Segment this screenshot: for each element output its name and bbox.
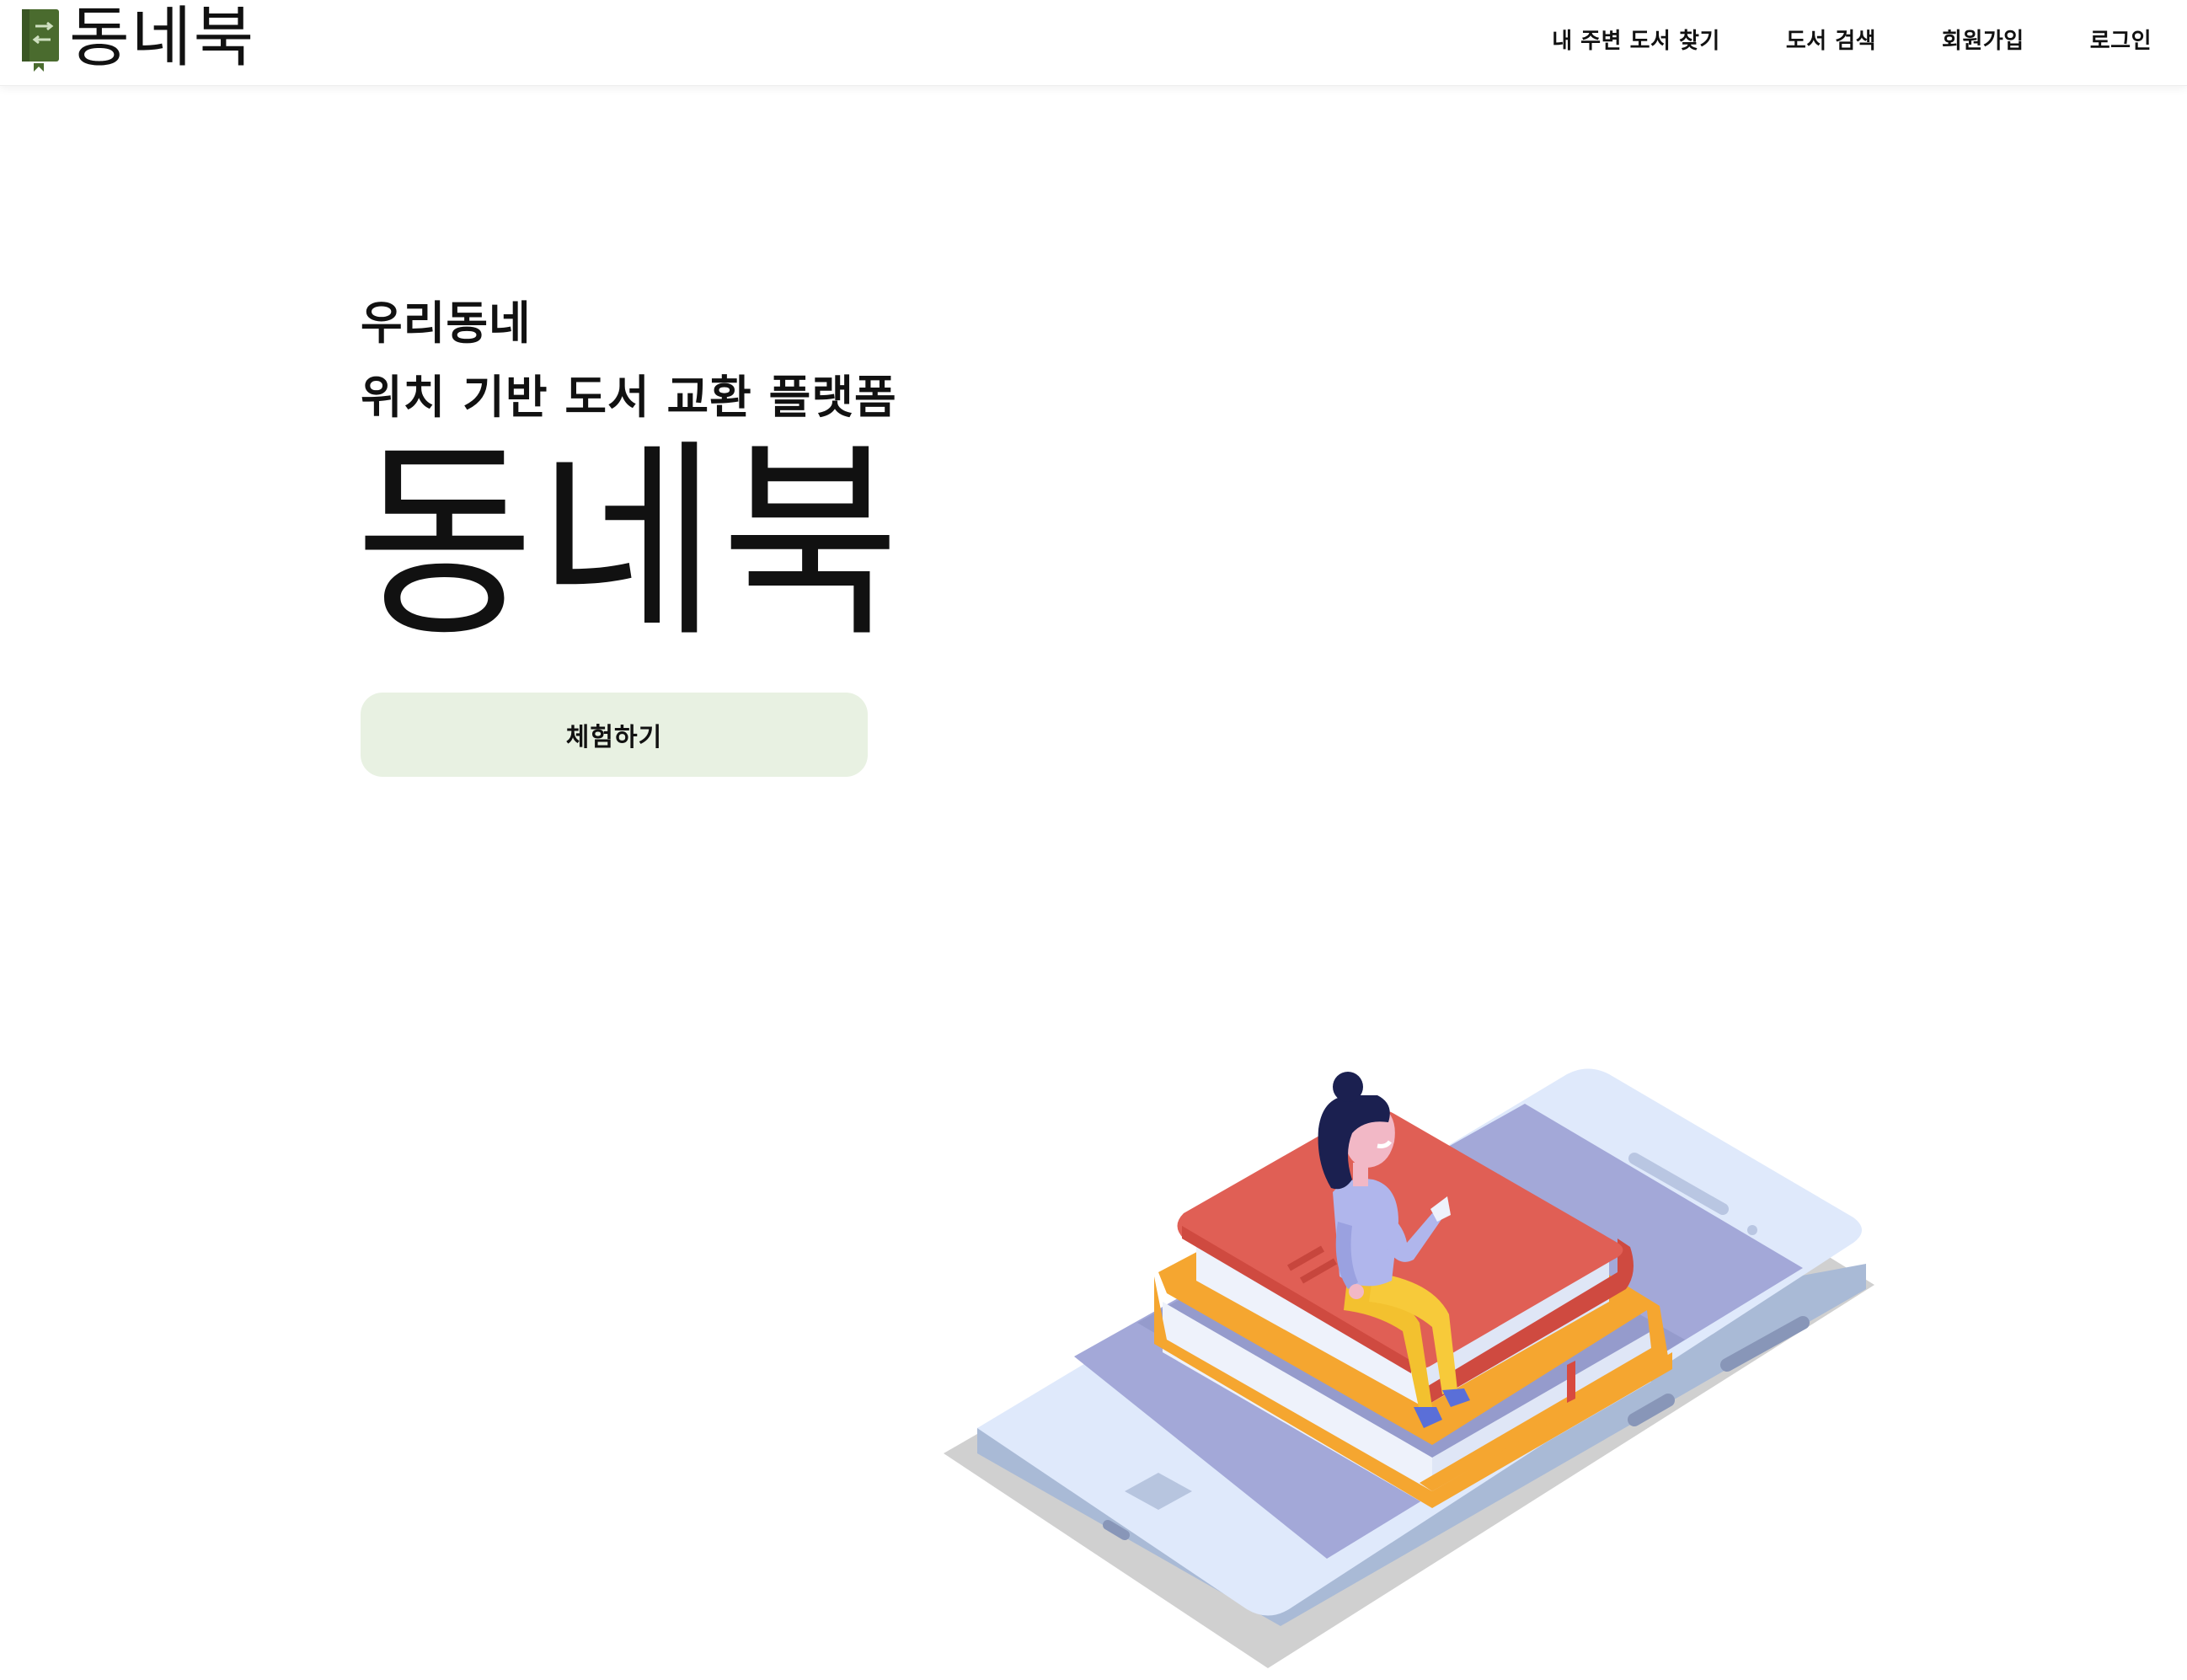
logo-text: 동네북 (69, 0, 256, 76)
hero-title: 동네북 (356, 420, 905, 666)
main-nav: 내 주변 도서 찾기 도서 검색 회원가입 로그인 (1552, 0, 2152, 78)
try-it-button[interactable]: 체험하기 (361, 693, 868, 777)
book-logo-icon (22, 9, 59, 72)
hero-illustration (944, 1068, 1874, 1668)
nav-signup[interactable]: 회원가입 (1942, 24, 2024, 55)
hero-subtitle-line1: 우리동네 (361, 297, 532, 350)
nav-search-books[interactable]: 도서 검색 (1786, 24, 1876, 55)
top-navbar: 동네북 내 주변 도서 찾기 도서 검색 회원가입 로그인 (0, 0, 2187, 86)
nav-login[interactable]: 로그인 (2090, 24, 2152, 55)
nav-find-nearby-books[interactable]: 내 주변 도서 찾기 (1552, 24, 1720, 55)
page: 동네북 내 주변 도서 찾기 도서 검색 회원가입 로그인 우리동네 위치 기반… (0, 0, 2187, 1680)
logo-link[interactable]: 동네북 (19, 0, 255, 76)
hero-subtitle: 우리동네 위치 기반 도서 교환 플랫폼 (361, 286, 897, 435)
